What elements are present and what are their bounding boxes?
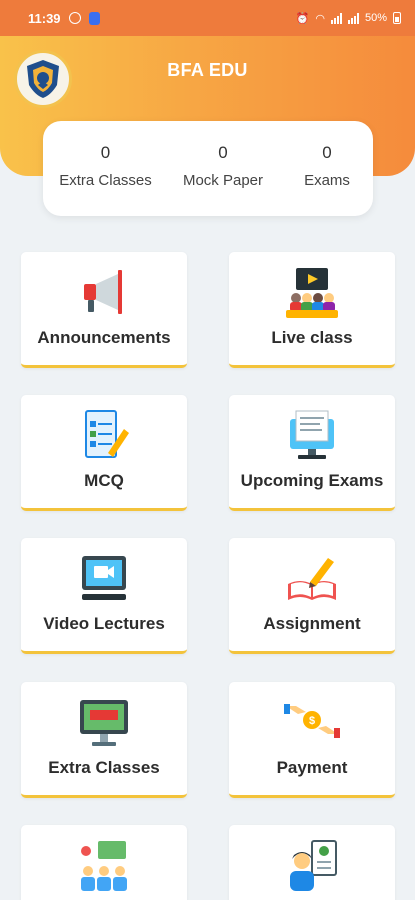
megaphone-icon — [84, 270, 122, 314]
tile-live-class[interactable]: Live class — [229, 252, 395, 368]
stat-value: 0 — [218, 143, 228, 162]
wifi-icon: ◠ — [315, 12, 325, 25]
status-time: 11:39 — [28, 10, 61, 26]
tile-label: Extra Classes — [48, 758, 160, 777]
whatsapp-icon — [68, 12, 81, 24]
checklist-person-icon — [290, 840, 337, 891]
tile-video-lectures[interactable]: Video Lectures — [21, 538, 187, 654]
battery-icon — [393, 12, 401, 24]
tile-assignment[interactable]: Assignment — [229, 538, 395, 654]
stat-value: 0 — [322, 143, 332, 162]
stat-mock-paper[interactable]: 0 Mock Paper — [173, 143, 273, 190]
tile-label: Upcoming Exams — [240, 471, 384, 490]
group-students-icon — [81, 841, 127, 891]
tile-extra-classes[interactable]: Extra Classes — [21, 682, 187, 798]
tile-checklist[interactable] — [229, 825, 395, 900]
tile-label: Video Lectures — [43, 614, 165, 633]
battery-text: 50% — [364, 12, 387, 24]
signal-icon — [330, 12, 342, 24]
app-title: BFA EDU — [167, 60, 248, 80]
notification-icon — [88, 11, 100, 25]
tile-mcq[interactable]: MCQ — [21, 395, 187, 511]
signal-icon-2 — [347, 12, 359, 24]
tile-announcements[interactable]: Announcements — [21, 252, 187, 368]
live-class-icon — [286, 268, 338, 318]
tile-label: Assignment — [263, 614, 361, 633]
book-pencil-icon — [288, 558, 336, 600]
stat-label: Extra Classes — [59, 172, 152, 189]
stat-label: Exams — [304, 172, 350, 189]
tile-label: Announcements — [37, 328, 171, 347]
mcq-icon — [85, 410, 129, 458]
classroom-monitor-icon — [80, 700, 128, 746]
tile-label: MCQ — [84, 471, 124, 490]
tile-upcoming-exams[interactable]: Upcoming Exams — [229, 395, 395, 511]
stat-value: 0 — [100, 143, 111, 162]
tile-payment[interactable]: $ Payment — [229, 682, 395, 798]
alarm-icon: ⏰ — [295, 12, 310, 25]
stat-extra-classes[interactable]: 0 Extra Classes — [53, 143, 158, 190]
stat-label: Mock Paper — [182, 172, 264, 189]
status-bar: 11:39 ⏰ ◠ 50% — [0, 0, 415, 36]
payment-hand-icon: $ — [284, 704, 340, 738]
video-lecture-icon — [82, 556, 126, 600]
tile-label: Live class — [271, 328, 353, 347]
tile-label: Payment — [276, 758, 348, 777]
stats-card: 0 Extra Classes 0 Mock Paper 0 Exams — [43, 121, 373, 216]
stat-exams[interactable]: 0 Exams — [293, 143, 361, 190]
monitor-exam-icon — [290, 410, 334, 459]
tile-students[interactable] — [21, 825, 187, 900]
svg-text:$: $ — [309, 715, 315, 727]
